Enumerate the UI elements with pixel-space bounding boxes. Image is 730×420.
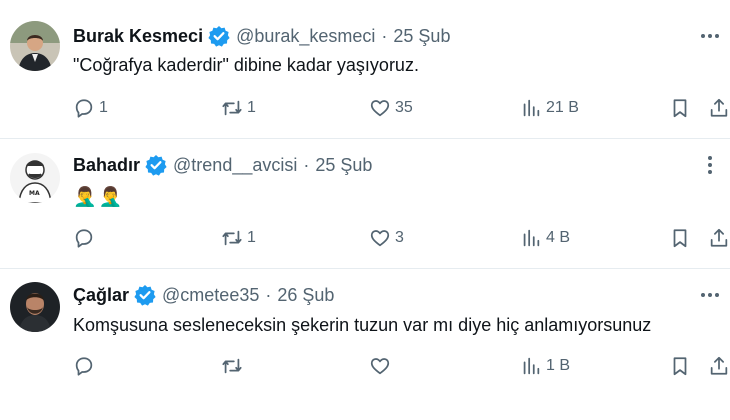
separator-dot: · <box>265 284 272 305</box>
author-handle[interactable]: @cmetee35 <box>162 285 259 306</box>
tweet-actions: 1 1 35 21 B <box>73 95 730 121</box>
tweet-text: "Coğrafya kaderdir" dibine kadar yaşıyor… <box>73 55 419 75</box>
share-button[interactable] <box>708 95 730 121</box>
views-count: 4 B <box>546 229 571 246</box>
share-icon <box>710 228 728 247</box>
more-icon[interactable] <box>698 283 722 307</box>
tweet-feed: Burak Kesmeci @burak_kesmeci · 25 Şub "C… <box>0 0 730 420</box>
views-icon <box>523 229 540 247</box>
author-handle[interactable]: @burak_kesmeci <box>236 26 375 47</box>
reply-icon <box>75 357 93 376</box>
retweet-button[interactable]: 1 <box>221 225 256 251</box>
verified-badge-icon <box>134 285 156 306</box>
like-button[interactable] <box>369 353 395 379</box>
tweet-date[interactable]: 25 Şub <box>393 26 450 47</box>
author-name[interactable]: Bahadır <box>73 155 140 176</box>
retweet-count: 1 <box>247 229 256 246</box>
views-button[interactable]: 4 B <box>520 225 570 251</box>
views-count: 21 B <box>546 99 579 116</box>
author-name[interactable]: Burak Kesmeci <box>73 26 203 47</box>
like-button[interactable]: 35 <box>369 95 413 121</box>
separator-dot: · <box>303 154 310 175</box>
bookmark-button[interactable] <box>669 353 691 379</box>
like-button[interactable]: 3 <box>369 225 404 251</box>
reply-count: 1 <box>99 99 108 116</box>
tweet-actions: 1 3 4 B <box>73 225 730 251</box>
bookmark-icon <box>673 99 687 118</box>
bookmark-icon <box>673 357 687 376</box>
views-icon <box>523 99 540 117</box>
like-icon <box>370 230 390 247</box>
retweet-button[interactable] <box>221 353 247 379</box>
bookmark-button[interactable] <box>669 95 691 121</box>
retweet-button[interactable]: 1 <box>221 95 256 121</box>
reply-icon <box>75 229 93 248</box>
views-button[interactable]: 1 B <box>520 353 570 379</box>
tweet-text: 🤦‍♂️🤦‍♂️ <box>73 187 125 208</box>
tweet-date[interactable]: 25 Şub <box>315 155 372 176</box>
bookmark-icon <box>673 229 687 248</box>
reply-button[interactable]: 1 <box>73 95 108 121</box>
views-button[interactable]: 21 B <box>520 95 579 121</box>
bookmark-button[interactable] <box>669 225 691 251</box>
tweet-header: Çağlar @cmetee35 · 26 Şub <box>73 283 334 307</box>
avatar[interactable] <box>10 21 60 71</box>
share-button[interactable] <box>708 353 730 379</box>
share-icon <box>710 356 728 375</box>
verified-badge-icon <box>145 155 167 176</box>
svg-text:MA: MA <box>29 190 40 197</box>
reply-button[interactable] <box>73 225 99 251</box>
like-icon <box>370 358 390 375</box>
like-icon <box>370 100 390 117</box>
like-count: 35 <box>395 99 413 116</box>
avatar[interactable] <box>10 282 60 332</box>
views-count: 1 B <box>546 357 571 374</box>
views-icon <box>523 357 540 375</box>
retweet-count: 1 <box>247 99 256 116</box>
verified-badge-icon <box>208 26 230 47</box>
retweet-icon <box>222 230 242 246</box>
retweet-icon <box>222 358 242 374</box>
tweet-header: Burak Kesmeci @burak_kesmeci · 25 Şub <box>73 24 450 48</box>
separator-dot: · <box>381 25 388 46</box>
reply-icon <box>75 99 93 118</box>
reply-button[interactable] <box>73 353 99 379</box>
tweet-date[interactable]: 26 Şub <box>277 285 334 306</box>
more-icon[interactable] <box>698 153 722 177</box>
share-icon <box>710 98 728 117</box>
like-count: 3 <box>395 229 404 246</box>
tweet-text: Komşusuna sesleneceksin şekerin tuzun va… <box>73 315 652 335</box>
tweet-item[interactable]: MA Bahadır @trend__avcisi · 25 Şub 🤦‍♂️🤦… <box>0 139 730 269</box>
avatar[interactable]: MA <box>10 153 60 203</box>
more-icon[interactable] <box>698 24 722 48</box>
tweet-actions: 1 B <box>73 353 730 379</box>
tweet-header: Bahadır @trend__avcisi · 25 Şub <box>73 153 372 177</box>
author-handle[interactable]: @trend__avcisi <box>173 155 297 176</box>
tweet-item[interactable]: Çağlar @cmetee35 · 26 Şub Komşusuna sesl… <box>0 269 730 420</box>
tweet-item[interactable]: Burak Kesmeci @burak_kesmeci · 25 Şub "C… <box>0 0 730 139</box>
author-name[interactable]: Çağlar <box>73 285 129 306</box>
share-button[interactable] <box>708 225 730 251</box>
retweet-icon <box>222 100 242 116</box>
